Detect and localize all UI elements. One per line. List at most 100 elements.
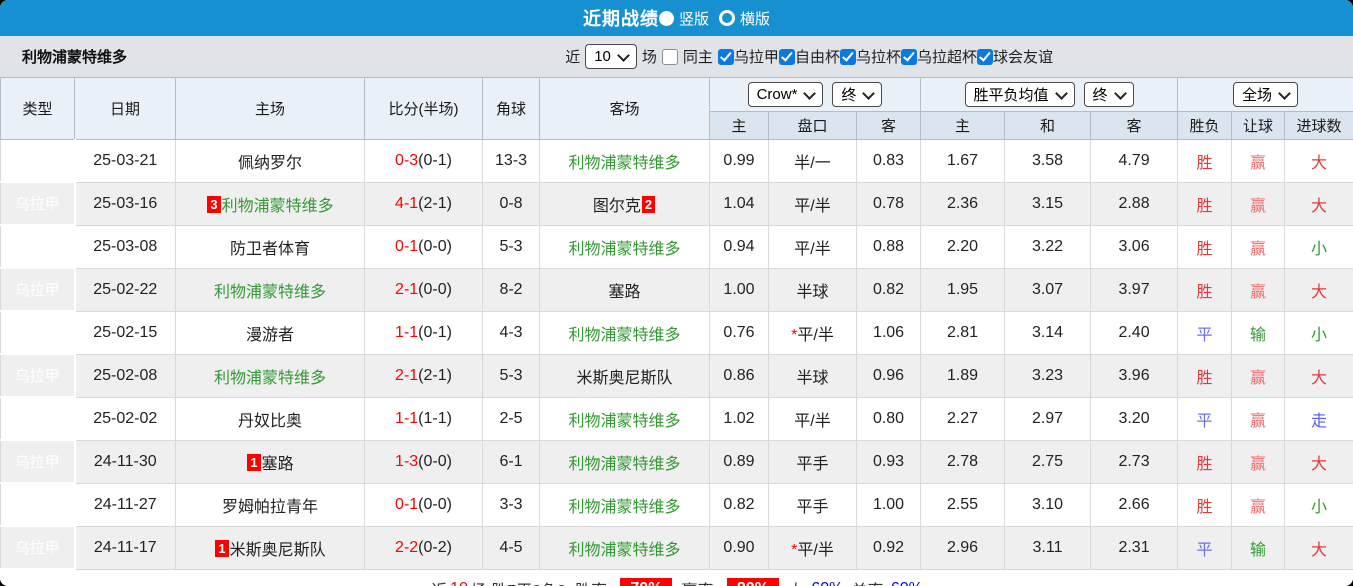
- europe-away-odds-cell: 2.31: [1090, 525, 1179, 570]
- layout-radio-selected[interactable]: [658, 10, 674, 26]
- odds-company-select[interactable]: Crow*: [747, 82, 824, 107]
- asian-line-cell: 平/半: [768, 224, 857, 269]
- asian-final-select[interactable]: 终: [832, 82, 883, 107]
- home-team-cell: 1 塞路: [175, 439, 365, 484]
- europe-draw-odds-cell: 3.11: [1004, 525, 1092, 570]
- europe-home-odds-cell: 2.27: [920, 396, 1006, 441]
- europe-home-odds-cell: 2.81: [920, 310, 1006, 355]
- halftime-score: (0-2): [418, 538, 452, 556]
- league-checkbox[interactable]: [900, 48, 917, 65]
- asian-away-odds-cell: 0.78: [855, 181, 922, 226]
- league-checkbox[interactable]: [717, 48, 734, 65]
- asian-line-text: 半/一: [794, 154, 831, 172]
- league-checkbox[interactable]: [976, 48, 993, 65]
- fulltime-score: 0-1: [395, 237, 419, 255]
- home-team-cell: 利物浦蒙特维多: [175, 267, 365, 312]
- col-header-handicap-result: 让球: [1231, 111, 1286, 140]
- asian-home-odds-cell: 1.00: [709, 267, 769, 312]
- league-cell: 乌拉甲: [0, 224, 76, 269]
- layout-radio-label: 竖版: [678, 10, 709, 28]
- away-team-cell: 利物浦蒙特维多: [539, 439, 710, 484]
- asian-line-text: 平/半: [794, 412, 831, 430]
- red-card-badge: 1: [247, 453, 261, 471]
- col-header-asian-away: 客: [855, 111, 922, 140]
- team-name-text: 米斯奥尼斯队: [229, 541, 326, 559]
- europe-away-odds-cell: 3.20: [1090, 396, 1179, 441]
- asian-line-text: 平/半: [794, 240, 831, 258]
- league-label: 球会友谊: [992, 49, 1053, 66]
- europe-final-select[interactable]: 终: [1083, 82, 1134, 107]
- date-cell: 25-03-21: [74, 139, 176, 183]
- fulltime-score: 1-1: [395, 409, 419, 427]
- league-checkbox[interactable]: [778, 48, 795, 65]
- goals-result-cell: 小: [1284, 482, 1353, 527]
- scope-select[interactable]: 全场: [1233, 82, 1299, 107]
- goals-result-cell: 小: [1284, 310, 1353, 355]
- fulltime-score: 2-2: [395, 538, 419, 556]
- europe-home-odds-cell: 1.89: [920, 353, 1006, 398]
- asian-away-odds-cell: 1.06: [855, 310, 922, 355]
- asian-home-odds-cell: 0.94: [709, 224, 769, 269]
- asian-line-text: 平手: [796, 455, 829, 473]
- asian-odds-group-header: Crow* 终: [708, 77, 922, 112]
- away-team-cell: 利物浦蒙特维多: [539, 525, 710, 570]
- fulltime-score: 2-1: [395, 366, 419, 384]
- league-label: 乌拉超杯: [916, 49, 977, 66]
- goals-result-cell: 大: [1284, 439, 1353, 484]
- europe-odds-group-header: 胜平负均值 终: [920, 77, 1179, 112]
- europe-away-odds-cell: 3.96: [1090, 353, 1179, 398]
- near-label: 近: [565, 49, 581, 66]
- asian-line-cell: *平/半: [768, 525, 857, 570]
- league-cell: 乌拉甲: [0, 525, 76, 570]
- europe-home-odds-cell: 1.67: [920, 139, 1006, 183]
- asian-away-odds-cell: 0.83: [855, 139, 922, 183]
- corner-cell: 3-3: [482, 482, 540, 527]
- league-cell: 乌拉甲: [0, 267, 76, 312]
- match-row: 乌拉甲 24-11-17 1 米斯奥尼斯队 2-2(0-2) 4-5 利物浦蒙特维多 0.90…: [0, 525, 1353, 570]
- team-name-text: 利物浦蒙特维多: [568, 498, 681, 516]
- handicap-result-cell: 赢: [1231, 267, 1286, 312]
- corner-cell: 5-3: [482, 224, 540, 269]
- asian-away-odds-cell: 0.82: [855, 267, 922, 312]
- score-cell: 4-1(2-1): [364, 181, 483, 226]
- col-header-goals: 进球数: [1284, 111, 1353, 140]
- away-team-cell: 利物浦蒙特维多: [539, 396, 710, 441]
- panel-header: 近期战绩 竖版 横版: [0, 0, 1353, 36]
- league-cell: 乌拉甲: [0, 181, 76, 226]
- table-header-dropdown-row: 类型 日期 主场 比分(半场) 角球 客场 Crow* 终 胜平负均值 终 全场: [0, 77, 1353, 140]
- date-cell: 24-11-17: [74, 525, 176, 570]
- league-checkbox[interactable]: [839, 48, 856, 65]
- europe-draw-odds-cell: 3.14: [1004, 310, 1092, 355]
- goals-result-cell: 小: [1284, 224, 1353, 269]
- match-count-select[interactable]: 10: [585, 44, 637, 69]
- asian-line-cell: 半球: [768, 267, 857, 312]
- asian-away-odds-cell: 0.96: [855, 353, 922, 398]
- handicap-result-cell: 赢: [1231, 439, 1286, 484]
- asian-away-odds-cell: 0.92: [855, 525, 922, 570]
- col-header-europe-draw: 和: [1004, 111, 1092, 140]
- home-team-cell: 罗姆帕拉青年: [175, 482, 365, 527]
- away-team-cell: 利物浦蒙特维多: [539, 482, 710, 527]
- europe-away-odds-cell: 2.88: [1090, 181, 1179, 226]
- asian-home-odds-cell: 0.82: [709, 482, 769, 527]
- wdl-result-cell: 平: [1177, 525, 1233, 570]
- home-team-cell: 1 米斯奥尼斯队: [175, 525, 365, 570]
- europe-avg-select[interactable]: 胜平负均值: [964, 82, 1075, 107]
- filter-controls: 近 10 场 同主 乌拉甲 自由杯 乌拉杯 乌拉超杯 球会友谊: [565, 44, 1053, 69]
- match-row: 乌拉甲 24-11-30 1 塞路 1-3(0-0) 6-1 利物浦蒙特维多 0.89 平手 0.…: [0, 439, 1353, 484]
- asian-away-odds-cell: 1.00: [855, 482, 922, 527]
- red-card-badge: 2: [641, 195, 656, 213]
- chevron-down-icon: [803, 86, 817, 100]
- europe-home-odds-cell: 1.95: [920, 267, 1006, 312]
- layout-radio-unselected[interactable]: [719, 10, 735, 26]
- team-name-text: 利物浦蒙特维多: [568, 541, 681, 559]
- summary-single-label: 单率:: [851, 577, 887, 586]
- layout-radio-group: 竖版 横版: [658, 8, 770, 29]
- col-header-date: 日期: [74, 77, 176, 140]
- same-home-checkbox[interactable]: [661, 48, 678, 65]
- away-team-cell: 利物浦蒙特维多: [539, 224, 710, 269]
- col-header-type: 类型: [0, 77, 75, 140]
- home-team-cell: 防卫者体育: [175, 224, 365, 269]
- home-team-cell: 利物浦蒙特维多: [175, 353, 365, 398]
- halftime-score: (2-1): [418, 366, 452, 384]
